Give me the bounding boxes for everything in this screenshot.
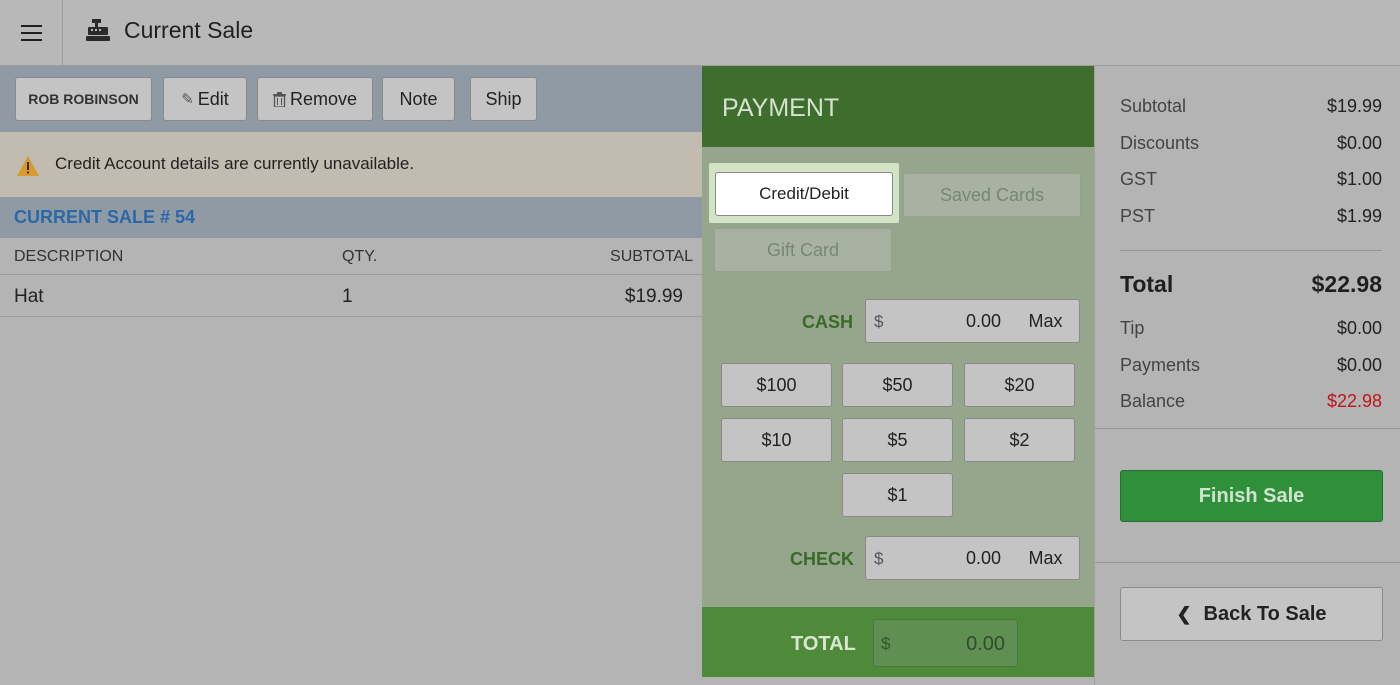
chevron-left-icon: ❮ [1176,603,1192,624]
saved-cards-button[interactable]: Saved Cards [903,173,1081,217]
payments-label: Payments [1120,355,1201,375]
cash-currency: $ [874,312,884,331]
gst-value: $1.00 [1336,169,1382,189]
payment-total-currency: $ [881,634,891,653]
edit-button[interactable]: ✎ Edit [163,77,247,121]
subtotal-value: $19.99 [1326,96,1382,116]
credit-alert: Credit Account details are currently una… [0,132,702,197]
warning-icon [17,156,39,176]
check-currency: $ [874,549,884,568]
cash-5-button[interactable]: $5 [842,418,953,462]
balance-value: $22.98 [1326,391,1382,411]
payments-value: $0.00 [1336,355,1382,375]
gst-label: GST [1120,169,1158,189]
summary-divider [1095,562,1400,563]
current-sale-title: CURRENT SALE # 54 [14,207,196,227]
back-to-sale-label: Back To Sale [1203,602,1327,625]
column-qty: QTY. [342,248,378,265]
subtotal-label: Subtotal [1120,96,1187,116]
summary-divider [1095,428,1400,429]
payment-title: PAYMENT [722,94,840,122]
menu-button[interactable] [0,0,63,66]
pencil-icon: ✎ [181,91,194,108]
cash-register-icon [86,19,110,41]
tip-value: $0.00 [1336,318,1382,338]
trash-icon [272,91,286,107]
payment-header: PAYMENT [702,66,1094,147]
hamburger-icon [20,31,42,35]
customer-button[interactable]: ROB ROBINSON [15,77,152,121]
cash-20-button[interactable]: $20 [964,363,1075,407]
ship-button[interactable]: Ship [470,77,537,121]
total-value: $22.98 [1311,271,1382,297]
cash-value: 0.00 [965,311,1001,331]
discounts-value: $0.00 [1336,133,1382,153]
cash-label: CASH [802,312,854,332]
cash-10-button[interactable]: $10 [721,418,832,462]
discounts-label: Discounts [1120,133,1200,153]
cash-input[interactable]: $ 0.00 [865,299,1013,343]
cash-max-button[interactable]: Max [1012,299,1080,343]
remove-label: Remove [289,88,358,109]
total-label: Total [1120,271,1174,297]
item-qty: 1 [342,286,353,307]
table-row[interactable]: Hat 1 $19.99 [0,275,702,317]
column-description: DESCRIPTION [14,248,124,265]
finish-sale-button[interactable]: Finish Sale [1120,470,1383,522]
sale-table-header: DESCRIPTION QTY. SUBTOTAL [0,238,702,275]
cash-1-button[interactable]: $1 [842,473,953,517]
payment-total-value: 0.00 [966,633,1005,655]
cash-100-button[interactable]: $100 [721,363,832,407]
summary-panel: Subtotal $19.99 Discounts $0.00 GST $1.0… [1094,66,1400,685]
back-to-sale-button[interactable]: ❮ Back To Sale [1120,587,1383,641]
note-button[interactable]: Note [382,77,455,121]
cash-2-button[interactable]: $2 [964,418,1075,462]
check-input[interactable]: $ 0.00 [865,536,1013,580]
check-label: CHECK [790,549,855,569]
payment-total-label: TOTAL [791,633,856,655]
edit-label: Edit [197,88,229,109]
top-header: Current Sale [0,0,1400,66]
check-max-button[interactable]: Max [1012,536,1080,580]
alert-message: Credit Account details are currently una… [55,154,415,173]
sale-panel: ROB ROBINSON ✎ Edit Remove Note Ship Cred… [0,66,702,685]
credit-debit-highlight: Credit/Debit [709,163,899,223]
summary-divider [1120,250,1382,251]
credit-debit-button[interactable]: Credit/Debit [715,172,893,216]
remove-button[interactable]: Remove [257,77,373,121]
item-description: Hat [14,286,44,307]
cash-50-button[interactable]: $50 [842,363,953,407]
item-subtotal: $19.99 [624,286,683,307]
payment-total-field: $ 0.00 [873,619,1018,667]
gift-card-button[interactable]: Gift Card [714,228,892,272]
tip-label: Tip [1120,318,1145,338]
page-title: Current Sale [124,17,254,43]
payment-panel: PAYMENT Credit/Debit Saved Cards Gift Ca… [702,66,1094,677]
check-value: 0.00 [965,548,1001,568]
customer-toolbar: ROB ROBINSON ✎ Edit Remove Note Ship [0,66,702,132]
column-subtotal: SUBTOTAL [610,248,693,265]
pst-value: $1.99 [1336,206,1382,226]
pst-label: PST [1120,206,1156,226]
current-sale-bar: CURRENT SALE # 54 [0,197,702,238]
payment-total-bar: TOTAL $ 0.00 [702,607,1094,677]
balance-label: Balance [1120,391,1186,411]
